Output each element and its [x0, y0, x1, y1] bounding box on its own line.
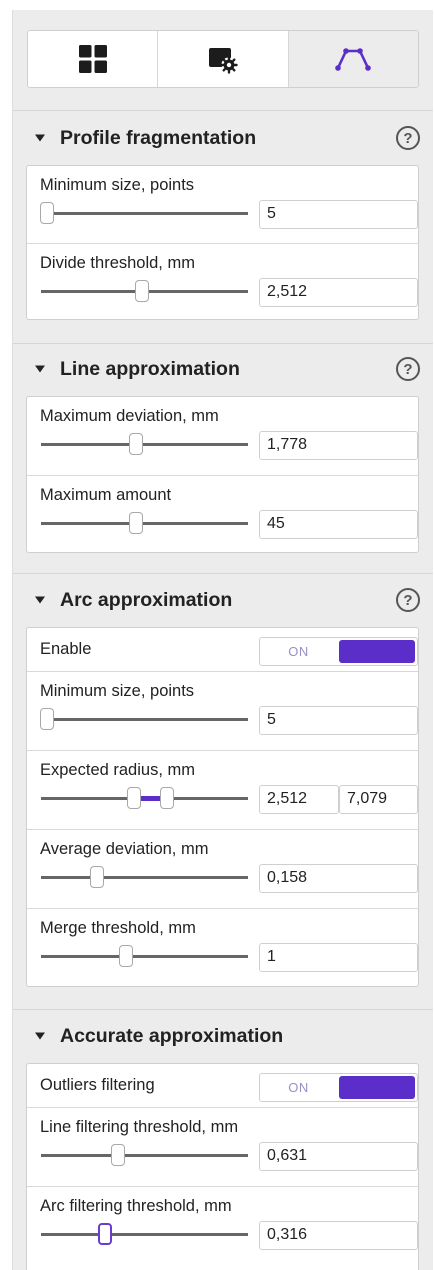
slider-thumb[interactable]	[40, 202, 55, 224]
setting-row-maximum-deviation: Maximum deviation, mm 1,778	[27, 397, 418, 476]
collapse-caret-icon[interactable]	[35, 1032, 45, 1040]
range-thumb-max[interactable]	[160, 787, 175, 809]
setting-row-merge-threshold: Merge threshold, mm 1	[27, 909, 418, 986]
maximum-deviation-input[interactable]: 1,778	[259, 431, 418, 460]
merge-threshold-slider[interactable]	[41, 945, 248, 967]
section-divider	[13, 110, 433, 111]
outliers-filtering-toggle[interactable]: ON	[259, 1073, 418, 1102]
setting-label: Average deviation, mm	[40, 840, 209, 858]
setting-row-line-filtering-threshold: Line filtering threshold, mm 0,631	[27, 1108, 418, 1187]
line-filtering-threshold-slider[interactable]	[41, 1144, 248, 1166]
toggle-knob[interactable]	[338, 1076, 415, 1099]
slider-thumb[interactable]	[129, 433, 144, 455]
toggle-state-text: ON	[288, 1080, 309, 1095]
help-icon[interactable]: ?	[396, 588, 420, 612]
maximum-amount-slider[interactable]	[41, 512, 248, 534]
section-header-line-approximation[interactable]: Line approximation ?	[13, 344, 433, 394]
tab-window-settings[interactable]	[158, 31, 289, 87]
toggle-state-text: ON	[288, 644, 309, 659]
section-header-profile-fragmentation[interactable]: Profile fragmentation ?	[13, 113, 433, 163]
setting-label: Minimum size, points	[40, 176, 195, 194]
maximum-deviation-slider[interactable]	[41, 433, 248, 455]
section-divider	[13, 1009, 433, 1010]
section-title: Arc approximation	[60, 588, 233, 611]
arc-minimum-size-input[interactable]: 5	[259, 706, 418, 735]
expected-radius-range-slider[interactable]	[41, 787, 248, 809]
average-deviation-slider[interactable]	[41, 866, 248, 888]
card-profile-fragmentation: Minimum size, points 5 Divide threshold,…	[26, 165, 419, 320]
minimum-size-slider[interactable]	[40, 202, 248, 224]
collapse-caret-icon[interactable]	[35, 596, 45, 604]
setting-row-minimum-size: Minimum size, points 5	[27, 166, 418, 244]
setting-label: Expected radius, mm	[40, 761, 195, 779]
setting-label: Line filtering threshold, mm	[40, 1118, 239, 1136]
card-arc-approximation: Enable ON Minimum size, points 5 Expecte…	[26, 627, 419, 987]
setting-label: Enable	[40, 640, 92, 658]
setting-row-outliers-filtering: Outliers filtering ON	[27, 1064, 418, 1108]
collapse-caret-icon[interactable]	[35, 134, 45, 142]
help-icon[interactable]: ?	[396, 126, 420, 150]
setting-row-expected-radius: Expected radius, mm 2,512 7,079	[27, 751, 418, 830]
setting-row-average-deviation: Average deviation, mm 0,158	[27, 830, 418, 909]
section-title: Line approximation	[60, 357, 240, 380]
minimum-size-input[interactable]: 5	[259, 200, 418, 229]
divide-threshold-input[interactable]: 2,512	[259, 278, 418, 307]
tab-profile[interactable]	[288, 31, 418, 87]
setting-label: Divide threshold, mm	[40, 254, 195, 272]
slider-thumb[interactable]	[89, 866, 104, 888]
setting-label: Maximum deviation, mm	[40, 407, 219, 425]
average-deviation-input[interactable]: 0,158	[259, 864, 418, 893]
line-filtering-threshold-input[interactable]: 0,631	[259, 1142, 418, 1171]
grid-icon	[78, 45, 107, 73]
merge-threshold-input[interactable]: 1	[259, 943, 418, 972]
setting-label: Merge threshold, mm	[40, 919, 196, 937]
section-header-arc-approximation[interactable]: Arc approximation ?	[13, 575, 433, 625]
expected-radius-max-input[interactable]: 7,079	[339, 785, 418, 814]
setting-row-minimum-size: Minimum size, points 5	[27, 672, 418, 751]
window-settings-icon	[208, 48, 238, 74]
toggle-knob[interactable]	[338, 640, 415, 663]
slider-thumb[interactable]	[98, 1223, 113, 1245]
setting-row-divide-threshold: Divide threshold, mm 2,512	[27, 244, 418, 319]
profile-polyline-icon	[335, 48, 372, 71]
expected-radius-min-input[interactable]: 2,512	[259, 785, 339, 814]
section-title: Profile fragmentation	[60, 126, 257, 149]
slider-thumb[interactable]	[40, 708, 55, 730]
section-header-accurate-approximation[interactable]: Accurate approximation	[13, 1011, 433, 1061]
setting-row-enable: Enable ON	[27, 628, 418, 672]
maximum-amount-input[interactable]: 45	[259, 510, 418, 539]
setting-label: Outliers filtering	[40, 1076, 155, 1094]
tab-layout[interactable]	[28, 31, 159, 87]
help-icon[interactable]: ?	[396, 357, 420, 381]
section-title: Accurate approximation	[60, 1024, 284, 1047]
range-thumb-min[interactable]	[127, 787, 142, 809]
divide-threshold-slider[interactable]	[41, 280, 248, 302]
enable-toggle[interactable]: ON	[259, 637, 418, 666]
section-divider	[13, 573, 433, 574]
setting-label: Maximum amount	[40, 486, 172, 504]
setting-label: Arc filtering threshold, mm	[40, 1197, 232, 1215]
settings-panel: Profile fragmentation ? Minimum size, po…	[12, 10, 433, 1270]
slider-thumb[interactable]	[118, 945, 133, 967]
arc-filtering-threshold-input[interactable]: 0,316	[259, 1221, 418, 1250]
slider-thumb[interactable]	[135, 280, 150, 302]
tab-bar	[27, 30, 419, 88]
slider-thumb[interactable]	[129, 512, 144, 534]
setting-label: Minimum size, points	[40, 682, 195, 700]
collapse-caret-icon[interactable]	[35, 365, 45, 373]
arc-filtering-threshold-slider[interactable]	[41, 1223, 248, 1245]
setting-row-arc-filtering-threshold: Arc filtering threshold, mm 0,316	[27, 1187, 418, 1270]
card-line-approximation: Maximum deviation, mm 1,778 Maximum amou…	[26, 396, 419, 553]
card-accurate-approximation: Outliers filtering ON Line filtering thr…	[26, 1063, 419, 1270]
setting-row-maximum-amount: Maximum amount 45	[27, 476, 418, 552]
arc-minimum-size-slider[interactable]	[40, 708, 248, 730]
slider-thumb[interactable]	[110, 1144, 125, 1166]
